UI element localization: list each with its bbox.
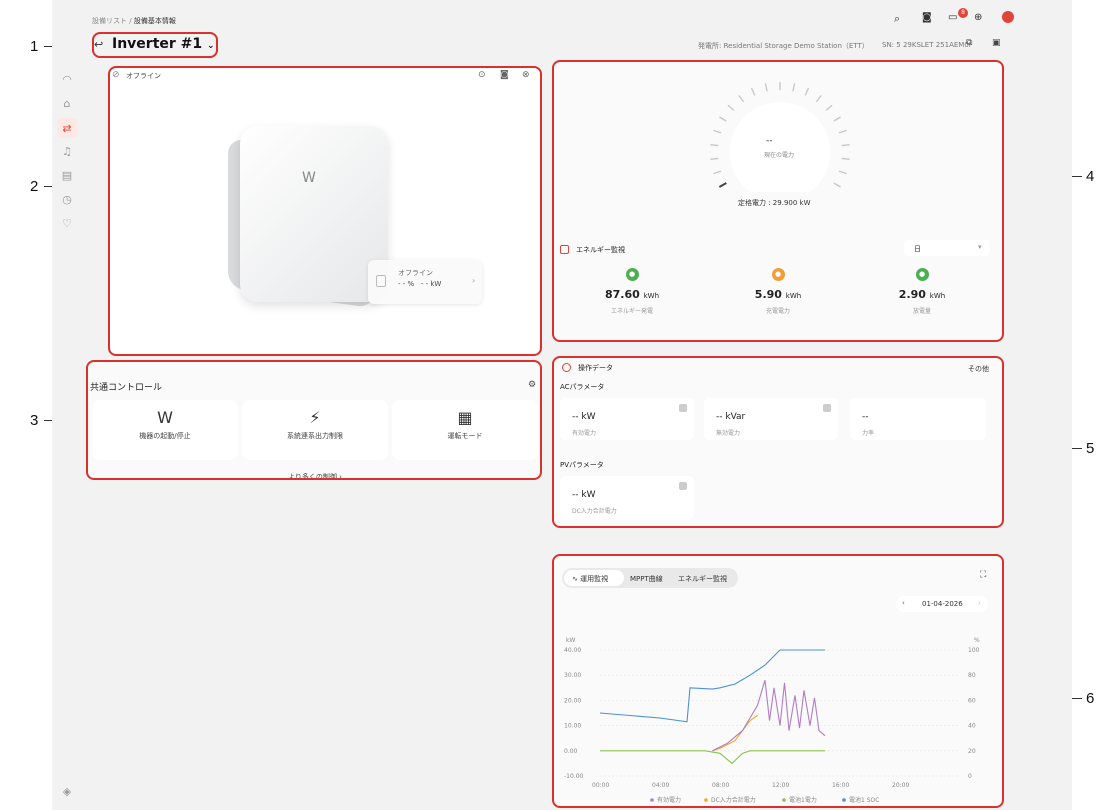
settings-icon[interactable]: ♡: [60, 216, 74, 230]
globe-icon[interactable]: ⊕: [974, 12, 982, 23]
highlight-box-5: [552, 356, 1004, 528]
detail-icon[interactable]: ▣: [992, 38, 1001, 48]
serial-number: SN: 5 29KSLET 251AEM0I: [882, 41, 971, 49]
callout-6: 6: [1086, 690, 1095, 707]
message-icon[interactable]: ▭: [948, 12, 957, 23]
breadcrumb-current: 設備基本情報: [133, 17, 176, 25]
layers-icon[interactable]: ◈: [60, 784, 74, 798]
report-icon[interactable]: ▤: [60, 168, 74, 182]
callout-1: 1: [30, 38, 39, 55]
alarm-icon[interactable]: ♫: [60, 144, 74, 158]
highlight-box-3: [86, 360, 542, 480]
history-icon[interactable]: ◷: [60, 192, 74, 206]
breadcrumb-separator: /: [129, 17, 132, 25]
dashboard-icon[interactable]: ◠: [60, 72, 74, 86]
top-bar: 設備リスト / 設備基本情報 ↩ Inverter #1 ⌄ 発電所: Resi…: [82, 0, 1072, 60]
highlight-box-2: [108, 66, 542, 356]
callout-5: 5: [1086, 440, 1095, 457]
notification-badge: 8: [958, 8, 968, 18]
callout-2: 2: [30, 178, 39, 195]
device-icon[interactable]: ⇄: [57, 118, 77, 138]
avatar[interactable]: [1002, 11, 1014, 23]
search-icon[interactable]: ⌕: [894, 12, 900, 26]
home-icon[interactable]: ⌂: [60, 96, 74, 110]
highlight-box-4: [552, 60, 1004, 342]
highlight-box-1: [92, 32, 218, 58]
copy-icon[interactable]: ⧉: [966, 38, 972, 48]
sidebar: ◠ ⌂ ⇄ ♫ ▤ ◷ ♡ ◈: [52, 60, 82, 810]
breadcrumb: 設備リスト / 設備基本情報: [92, 16, 176, 26]
callout-3: 3: [30, 412, 39, 429]
breadcrumb-parent[interactable]: 設備リスト: [92, 17, 127, 25]
camera-icon[interactable]: ◙: [922, 12, 932, 23]
callout-4: 4: [1086, 168, 1095, 185]
station-name: 発電所: Residential Storage Demo Station（ET…: [698, 42, 869, 50]
highlight-box-6: [552, 554, 1004, 808]
